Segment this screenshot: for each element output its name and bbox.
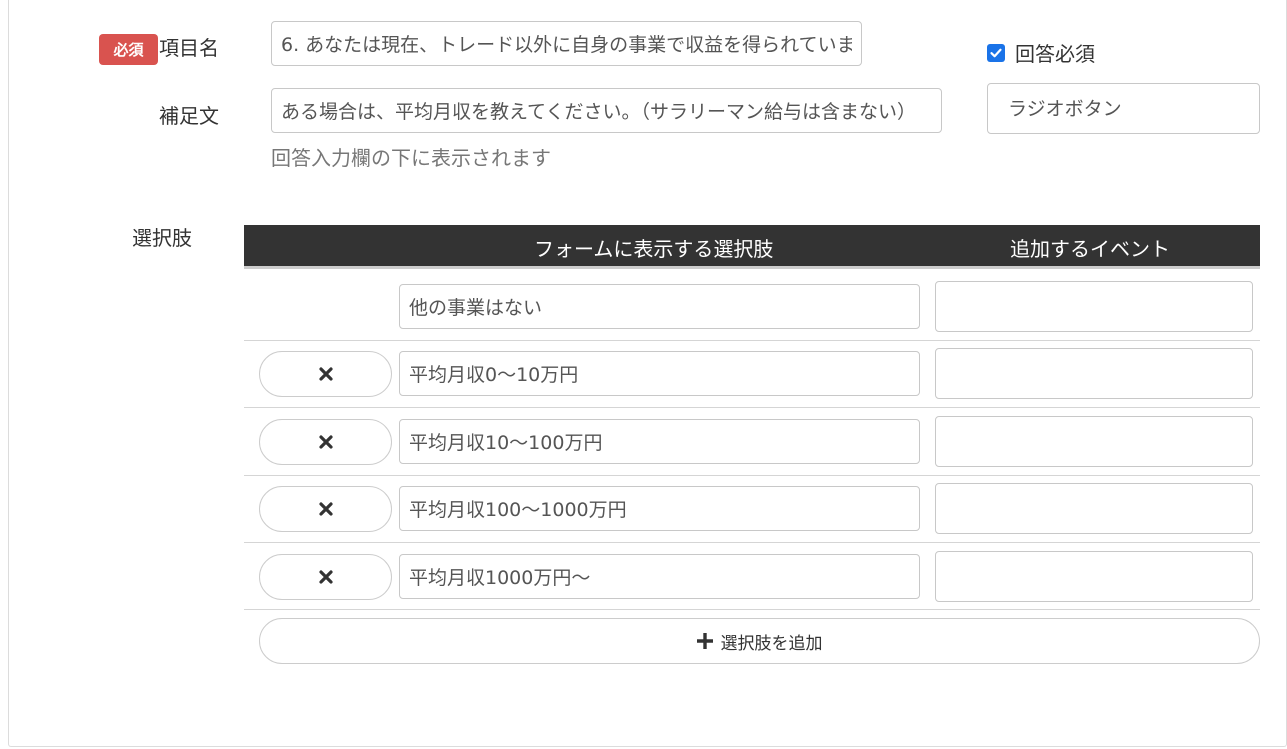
choice-event-input[interactable]: [935, 483, 1253, 534]
supplement-hint: 回答入力欄の下に表示されます: [271, 146, 551, 170]
delete-choice-button[interactable]: [259, 486, 392, 532]
choice-text-input[interactable]: [399, 554, 920, 599]
check-icon: [990, 48, 1002, 57]
supplement-input[interactable]: [271, 88, 942, 133]
add-choice-label: 選択肢を追加: [720, 633, 823, 654]
row-divider: [244, 407, 1260, 408]
choice-event-input[interactable]: [935, 348, 1253, 399]
answer-type-select[interactable]: ラジオボタン: [987, 83, 1260, 134]
item-name-label: 項目名: [159, 36, 219, 60]
delete-choice-button[interactable]: [259, 351, 392, 397]
choice-event-input[interactable]: [935, 416, 1253, 467]
choice-text-input[interactable]: [399, 486, 920, 531]
required-toggle[interactable]: 回答必須: [987, 38, 1095, 67]
choice-text-input[interactable]: [399, 351, 920, 396]
delete-choice-button[interactable]: [259, 554, 392, 600]
row-divider: [244, 475, 1260, 476]
row-divider: [244, 340, 1260, 341]
required-checkbox[interactable]: [987, 43, 1005, 62]
row-divider: [244, 609, 1260, 610]
required-checkbox-label: 回答必須: [1015, 42, 1095, 66]
header-form-choice: フォームに表示する選択肢: [534, 237, 774, 261]
delete-choice-button[interactable]: [259, 419, 392, 465]
choice-text-input[interactable]: [399, 419, 920, 464]
choices-table-header: フォームに表示する選択肢 追加するイベント: [244, 225, 1260, 269]
header-event: 追加するイベント: [1010, 237, 1170, 261]
supplement-label: 補足文: [159, 104, 219, 128]
choice-event-input[interactable]: [935, 281, 1253, 332]
plus-icon: [696, 633, 713, 649]
close-icon: [318, 367, 333, 381]
close-icon: [318, 502, 333, 516]
close-icon: [318, 570, 333, 584]
required-badge: 必須: [99, 34, 158, 65]
choice-event-input[interactable]: [935, 551, 1253, 602]
item-name-input[interactable]: [271, 21, 862, 66]
add-choice-button[interactable]: 選択肢を追加: [259, 618, 1260, 664]
close-icon: [318, 435, 333, 449]
choice-text-input[interactable]: [399, 284, 920, 329]
choices-label: 選択肢: [132, 226, 192, 250]
row-divider: [244, 542, 1260, 543]
